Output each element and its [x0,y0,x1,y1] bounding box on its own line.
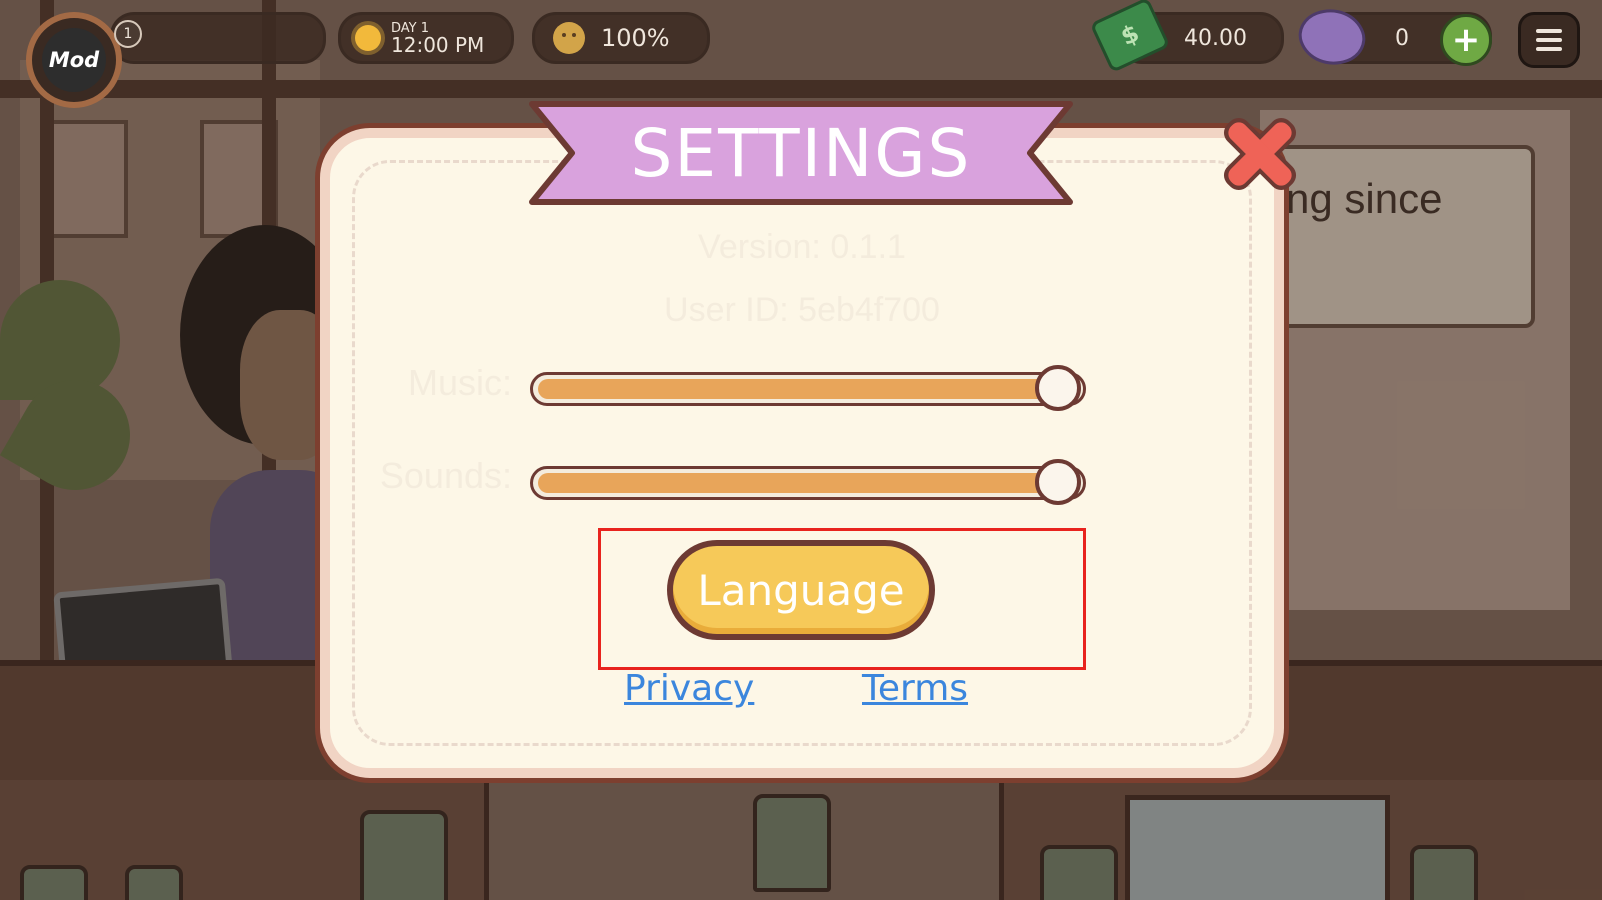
user-id-text: User ID: 5eb4f700 [664,291,940,329]
time-label: 12:00 PM [391,32,485,57]
sounds-label: Sounds: [379,455,512,496]
sounds-volume-slider[interactable] [530,459,1086,505]
add-gems-button[interactable]: + [1440,14,1492,66]
settings-title: SETTINGS [630,114,972,192]
privacy-link[interactable]: Privacy [624,668,754,709]
smiley-icon [553,22,585,54]
settings-dialog [320,128,1284,778]
music-slider-fill [538,379,1062,399]
music-label: Music: [407,362,512,403]
day-time-display: DAY 1 12:00 PM [338,12,514,64]
menu-line [1536,29,1562,33]
level-badge: 1 [114,20,142,48]
language-button[interactable]: Language [667,540,935,640]
sounds-slider-thumb[interactable] [1035,459,1081,505]
mood-display: 100% [532,12,710,64]
music-slider-thumb[interactable] [1035,365,1081,411]
sounds-slider-fill [538,473,1062,493]
player-name-bar [110,12,326,64]
music-volume-slider[interactable] [530,365,1086,411]
close-icon [1223,117,1297,191]
mood-value: 100% [601,24,670,52]
menu-line [1536,47,1562,51]
close-button[interactable] [1212,106,1308,202]
settings-title-ribbon: SETTINGS [528,98,1074,208]
player-avatar[interactable]: Mod [26,12,122,108]
terms-link[interactable]: Terms [862,668,968,709]
version-text: Version: 0.1.1 [698,228,906,266]
avatar-label: Mod [42,28,106,92]
hamburger-menu-button[interactable] [1518,12,1580,68]
menu-line [1536,38,1562,42]
gem-value: 0 [1395,25,1409,51]
sun-icon [355,25,381,51]
cash-value: 40.00 [1184,25,1247,51]
